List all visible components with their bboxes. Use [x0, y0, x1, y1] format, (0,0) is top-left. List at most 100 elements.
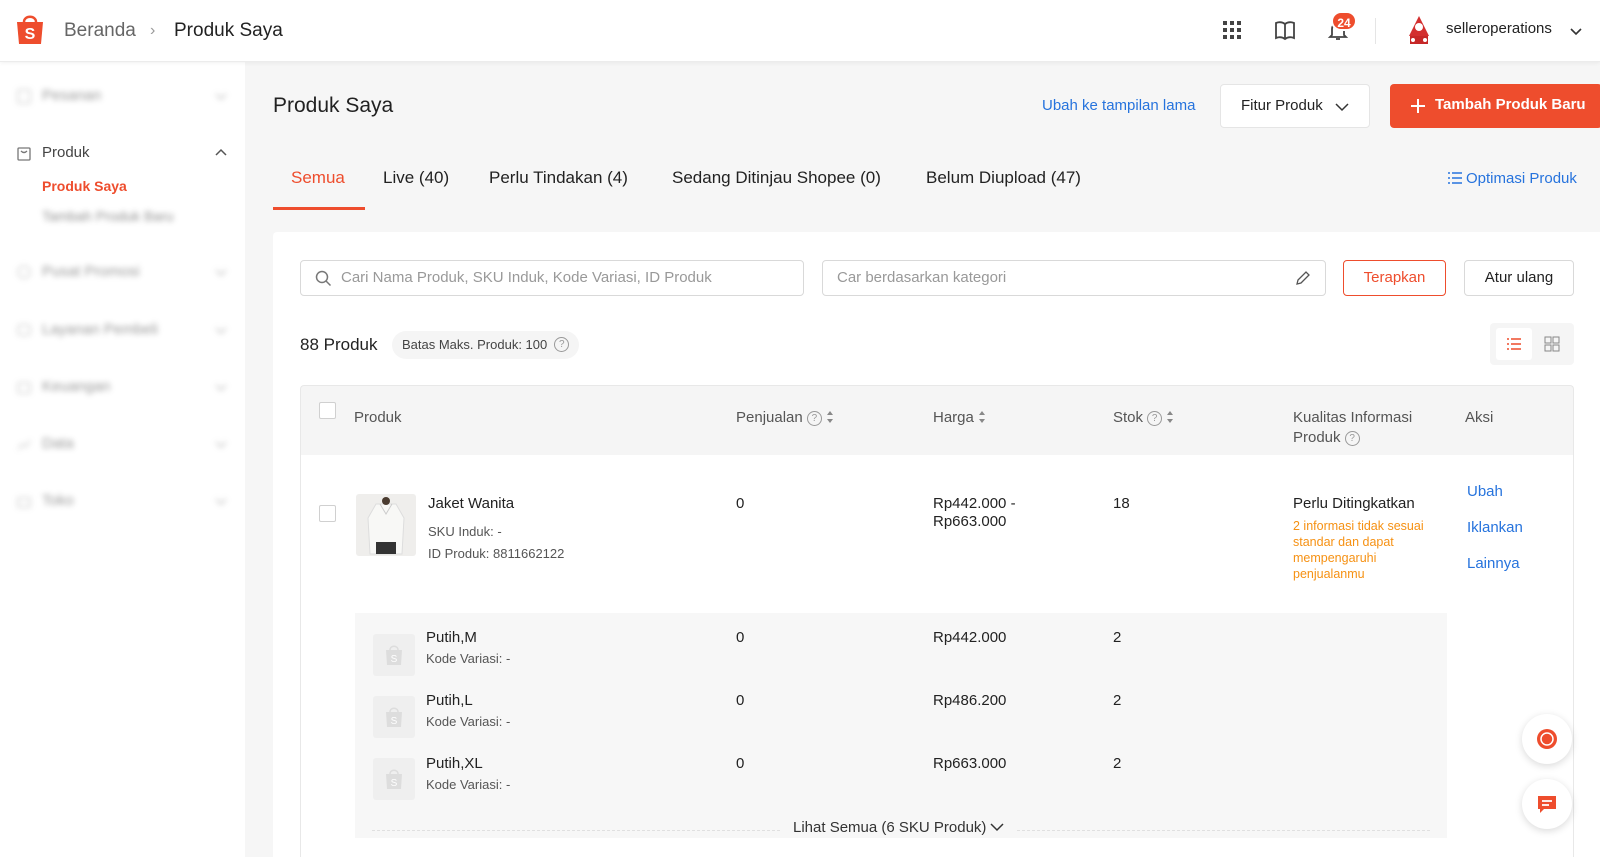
shop-bag-icon: S [386, 707, 402, 727]
grid-view-button[interactable] [1534, 328, 1570, 360]
header-quality-line2: Produk ? [1293, 429, 1360, 446]
edit-link[interactable]: Ubah [1467, 483, 1503, 500]
variation-sales: 0 [736, 692, 745, 709]
list-view-button[interactable] [1496, 328, 1532, 360]
chevron-down-icon[interactable] [1569, 24, 1583, 38]
product-id: ID Produk: 8811662122 [428, 546, 565, 561]
variation-thumbnail: S [373, 758, 415, 800]
breadcrumb-home[interactable]: Beranda [64, 20, 136, 42]
help-icon[interactable]: ? [806, 411, 822, 426]
apply-button[interactable]: Terapkan [1343, 260, 1446, 296]
wallet-icon [17, 382, 31, 394]
sort-icon[interactable] [978, 410, 986, 424]
tab-perlu-tindakan[interactable]: Perlu Tindakan (4) [489, 168, 628, 188]
header-price[interactable]: Harga [933, 409, 986, 426]
apps-grid-icon[interactable] [1220, 18, 1244, 42]
svg-text:S: S [25, 26, 36, 43]
optimize-product-label: Optimasi Produk [1466, 170, 1577, 187]
category-input[interactable]: Car berdasarkan kategori [822, 260, 1326, 296]
pencil-icon[interactable] [1294, 270, 1311, 287]
message-icon [1538, 796, 1556, 813]
product-stock: 18 [1113, 495, 1130, 512]
tab-semua[interactable]: Semua [291, 168, 345, 188]
sidebar-item-keuangan[interactable]: Keuangan [16, 377, 228, 397]
active-tab-indicator [273, 207, 365, 210]
tab-sedang-ditinjau[interactable]: Sedang Ditinjau Shopee (0) [672, 168, 881, 188]
sidebar-subitem-tambah-produk[interactable]: Tambah Produk Baru [42, 208, 174, 224]
chevron-down-icon [215, 384, 227, 392]
sidebar-item-pesanan[interactable]: Pesanan [16, 86, 228, 106]
chat-float-button[interactable] [1522, 779, 1572, 829]
select-all-checkbox[interactable] [319, 402, 336, 419]
product-sku: SKU Induk: - [428, 524, 502, 539]
chevron-down-icon [215, 93, 227, 101]
sidebar-item-toko[interactable]: Toko [16, 491, 228, 511]
header-stock[interactable]: Stok ? [1113, 409, 1174, 426]
quality-description: 2 informasi tidak sesuai standar dan dap… [1293, 519, 1424, 581]
sort-icon[interactable] [1166, 410, 1174, 424]
see-all-label: Lihat Semua (6 SKU Produk) [793, 819, 987, 836]
product-name[interactable]: Jaket Wanita [428, 495, 514, 512]
product-sales: 0 [736, 495, 745, 512]
see-all-sku-button[interactable]: Lihat Semua (6 SKU Produk) [781, 819, 1017, 836]
sidebar-item-label: Layanan Pembeli [42, 321, 158, 338]
svg-text:S: S [391, 778, 398, 789]
shopee-logo-icon[interactable]: S [14, 12, 46, 46]
tab-live[interactable]: Live (40) [383, 168, 449, 188]
avatar[interactable] [1403, 14, 1435, 46]
more-link[interactable]: Lainnya [1467, 555, 1520, 572]
header-stock-label: Stok [1113, 409, 1144, 426]
variation-thumbnail: S [373, 696, 415, 738]
optimize-product-link[interactable]: Optimasi Produk [1448, 170, 1577, 187]
product-limit-label: Batas Maks. Produk: 100 [402, 337, 548, 352]
clipboard-icon [17, 89, 31, 104]
search-placeholder: Cari Nama Produk, SKU Induk, Kode Varias… [341, 269, 712, 286]
help-icon[interactable]: ? [1147, 411, 1163, 426]
sidebar-item-pusat-promosi[interactable]: Pusat Promosi [16, 262, 228, 282]
product-count: 88 Produk [300, 335, 378, 354]
advertise-link[interactable]: Iklankan [1467, 519, 1523, 536]
sidebar-item-data[interactable]: Data [16, 434, 228, 454]
add-product-button[interactable]: Tambah Produk Baru [1390, 84, 1600, 128]
variation-price: Rp663.000 [933, 755, 1007, 772]
variation-code: Kode Variasi: - [426, 651, 511, 666]
product-row-checkbox[interactable] [319, 505, 336, 522]
sidebar-subitem-produk-saya[interactable]: Produk Saya [42, 178, 127, 194]
sidebar-item-layanan-pembeli[interactable]: Layanan Pembeli [16, 320, 228, 340]
header-price-label: Harga [933, 409, 974, 426]
product-thumbnail[interactable] [356, 494, 416, 556]
help-icon[interactable]: ? [554, 337, 570, 352]
notification-badge: 24 [1331, 11, 1357, 31]
notification-float-button[interactable] [1522, 714, 1572, 764]
shop-bag-icon: S [386, 645, 402, 665]
bag-icon [17, 147, 31, 161]
sidebar-item-produk[interactable]: Produk [16, 143, 228, 163]
view-toggle [1490, 323, 1574, 365]
search-input[interactable]: Cari Nama Produk, SKU Induk, Kode Varias… [300, 260, 804, 296]
variation-price: Rp442.000 [933, 629, 1007, 646]
quality-status: Perlu Ditingkatkan [1293, 495, 1415, 512]
sidebar-item-label: Pusat Promosi [42, 263, 140, 280]
variation-stock: 2 [1113, 629, 1122, 646]
book-icon[interactable] [1273, 18, 1297, 42]
header-sales[interactable]: Penjualan ? [736, 409, 834, 426]
chart-icon [17, 439, 31, 451]
sidebar-item-label: Toko [42, 492, 74, 509]
sidebar-item-label: Pesanan [42, 87, 102, 104]
reset-button[interactable]: Atur ulang [1464, 260, 1574, 296]
sort-icon[interactable] [826, 410, 834, 424]
sidebar-item-label: Keuangan [42, 378, 111, 395]
old-view-link[interactable]: Ubah ke tampilan lama [1042, 97, 1195, 114]
features-dropdown-button[interactable]: Fitur Produk [1220, 84, 1370, 128]
username[interactable]: selleroperations [1446, 20, 1552, 37]
help-icon[interactable]: ? [1344, 431, 1360, 446]
header-actions: Aksi [1465, 409, 1494, 426]
chevron-down-icon [215, 441, 227, 449]
variation-stock: 2 [1113, 755, 1122, 772]
top-header: S Beranda › Produk Saya 24 selleroperati… [0, 0, 1600, 62]
chevron-down-icon [215, 269, 227, 277]
tag-icon [17, 265, 31, 279]
variation-price: Rp486.200 [933, 692, 1007, 709]
tab-belum-diupload[interactable]: Belum Diupload (47) [926, 168, 1081, 188]
chevron-down-icon [215, 498, 227, 506]
